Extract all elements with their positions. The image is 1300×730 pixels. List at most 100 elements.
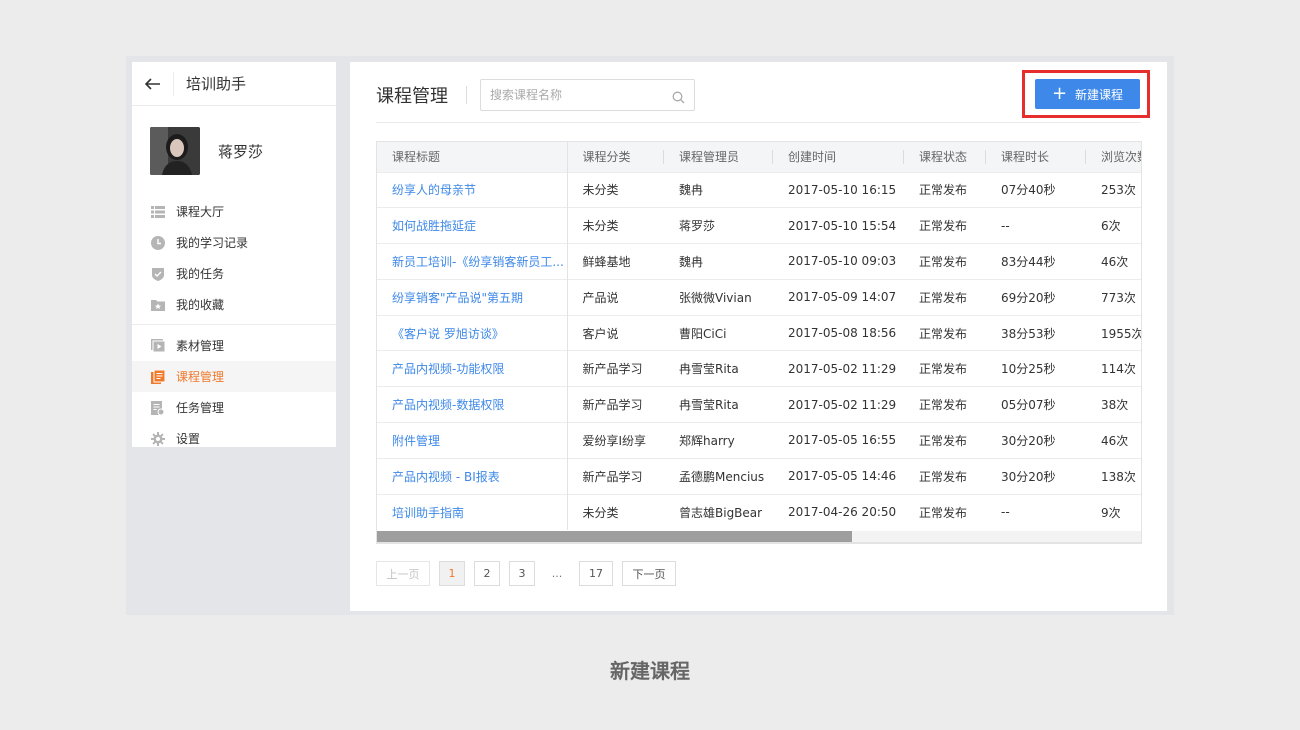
table-row[interactable]: 纷享销客"产品说"第五期 产品说 张微微Vivian 2017-05-09 14:07… bbox=[377, 278, 1141, 316]
sidebar-item-task-management[interactable]: 任务管理 bbox=[132, 392, 336, 423]
cell-admin: 冉雪莹Rita bbox=[664, 350, 773, 387]
cell-views: 38次 bbox=[1086, 386, 1141, 423]
cell-title[interactable]: 如何战胜拖延症 bbox=[377, 207, 568, 244]
cell-views: 114次 bbox=[1086, 350, 1141, 387]
cell-created: 2017-04-26 20:50 bbox=[773, 493, 904, 530]
cell-admin: 曹阳CiCi bbox=[664, 314, 773, 351]
cell-created: 2017-05-10 16:15 bbox=[773, 171, 904, 208]
column-header-title[interactable]: 课程标题 bbox=[377, 142, 568, 172]
cell-duration: 69分20秒 bbox=[986, 278, 1086, 316]
table-row[interactable]: 产品内视频-数据权限 新产品学习 冉雪莹Rita 2017-05-02 11:29 正常… bbox=[377, 386, 1141, 423]
search-input[interactable] bbox=[490, 88, 660, 102]
sidebar-item-course-hall[interactable]: 课程大厅 bbox=[132, 196, 336, 227]
pagination: 上一页 1 2 3 ... 17 下一页 bbox=[376, 561, 685, 586]
table-row[interactable]: 产品内视频-功能权限 新产品学习 冉雪莹Rita 2017-05-02 11:29 正常… bbox=[377, 350, 1141, 387]
cell-admin: 孟德鹏Mencius bbox=[664, 457, 773, 495]
cell-duration: 07分40秒 bbox=[986, 171, 1086, 208]
sidebar-item-label: 课程管理 bbox=[176, 370, 225, 384]
sidebar-item-study-record[interactable]: 我的学习记录 bbox=[132, 227, 336, 258]
page-ellipsis: ... bbox=[551, 567, 563, 580]
cell-status: 正常发布 bbox=[904, 350, 986, 387]
task-icon bbox=[150, 400, 165, 415]
cell-title[interactable]: 《客户说 罗旭访谈》 bbox=[377, 314, 568, 351]
table-row[interactable]: 如何战胜拖延症 未分类 蒋罗莎 2017-05-10 15:54 正常发布 -- 6次 bbox=[377, 207, 1141, 244]
cell-duration: 83分44秒 bbox=[986, 243, 1086, 280]
list-icon bbox=[150, 204, 165, 219]
folder-star-icon bbox=[150, 297, 165, 312]
cell-title[interactable]: 纷享销客"产品说"第五期 bbox=[377, 278, 568, 316]
cell-admin: 郑辉harry bbox=[664, 422, 773, 459]
table-row[interactable]: 附件管理 爱纷享I纷享 郑辉harry 2017-05-05 16:55 正常发布 30分… bbox=[377, 422, 1141, 459]
avatar[interactable] bbox=[150, 127, 200, 175]
prev-page-button[interactable]: 上一页 bbox=[376, 561, 430, 586]
cell-title[interactable]: 附件管理 bbox=[377, 422, 568, 459]
sidebar-item-material-management[interactable]: 素材管理 bbox=[132, 330, 336, 361]
course-icon bbox=[150, 369, 165, 384]
table-row[interactable]: 产品内视频 - BI报表 新产品学习 孟德鹏Mencius 2017-05-05 14… bbox=[377, 457, 1141, 495]
cell-status: 正常发布 bbox=[904, 207, 986, 244]
cell-status: 正常发布 bbox=[904, 386, 986, 423]
page-button-2[interactable]: 2 bbox=[474, 561, 500, 586]
column-header-created[interactable]: 创建时间 bbox=[773, 142, 904, 172]
page-button-3[interactable]: 3 bbox=[509, 561, 535, 586]
cell-views: 253次 bbox=[1086, 171, 1141, 208]
cell-views: 138次 bbox=[1086, 457, 1141, 495]
cell-title[interactable]: 培训助手指南 bbox=[377, 493, 568, 530]
sidebar-item-label: 我的收藏 bbox=[176, 298, 225, 312]
column-header-admin[interactable]: 课程管理员 bbox=[664, 142, 773, 172]
sidebar-header: 培训助手 bbox=[132, 62, 336, 106]
cell-title[interactable]: 纷享人的母亲节 bbox=[377, 171, 568, 208]
search-box bbox=[480, 79, 695, 111]
next-page-button[interactable]: 下一页 bbox=[622, 561, 676, 586]
column-header-status[interactable]: 课程状态 bbox=[904, 142, 986, 172]
cell-category: 新产品学习 bbox=[567, 457, 664, 495]
cell-title[interactable]: 新员工培训-《纷享销客新员工... bbox=[377, 243, 568, 280]
table-row[interactable]: 纷享人的母亲节 未分类 魏冉 2017-05-10 16:15 正常发布 07分40秒 25… bbox=[377, 171, 1141, 208]
page-button-last[interactable]: 17 bbox=[579, 561, 613, 586]
cell-views: 6次 bbox=[1086, 207, 1141, 244]
sidebar-item-course-management[interactable]: 课程管理 bbox=[132, 361, 336, 392]
page-button-1[interactable]: 1 bbox=[439, 561, 465, 586]
column-header-views[interactable]: 浏览次数 bbox=[1086, 142, 1141, 172]
cell-created: 2017-05-05 14:46 bbox=[773, 457, 904, 495]
sidebar-item-label: 我的任务 bbox=[176, 267, 225, 281]
caption: 新建课程 bbox=[610, 659, 690, 683]
column-header-category[interactable]: 课程分类 bbox=[567, 142, 664, 172]
cell-views: 773次 bbox=[1086, 278, 1141, 316]
new-course-button[interactable]: + 新建课程 bbox=[1035, 79, 1140, 109]
column-header-duration[interactable]: 课程时长 bbox=[986, 142, 1086, 172]
sidebar-item-my-tasks[interactable]: 我的任务 bbox=[132, 258, 336, 289]
cell-title[interactable]: 产品内视频-数据权限 bbox=[377, 386, 568, 423]
cell-duration: 30分20秒 bbox=[986, 422, 1086, 459]
cell-category: 爱纷享I纷享 bbox=[567, 422, 664, 459]
back-arrow-icon[interactable] bbox=[132, 71, 174, 96]
table-row[interactable]: 培训助手指南 未分类 曾志雄BigBear 2017-04-26 20:50 正常发布 -… bbox=[377, 493, 1141, 530]
cell-duration: 30分20秒 bbox=[986, 457, 1086, 495]
cell-admin: 魏冉 bbox=[664, 243, 773, 280]
cell-duration: 38分53秒 bbox=[986, 314, 1086, 351]
cell-duration: -- bbox=[986, 207, 1086, 244]
sidebar-item-label: 设置 bbox=[176, 432, 201, 446]
cell-status: 正常发布 bbox=[904, 278, 986, 316]
table-header-row: 课程标题 课程分类 课程管理员 创建时间 课程状态 课程时长 浏览次数 bbox=[377, 142, 1141, 172]
cell-category: 未分类 bbox=[567, 207, 664, 244]
cell-title[interactable]: 产品内视频-功能权限 bbox=[377, 350, 568, 387]
shield-check-icon bbox=[150, 266, 165, 281]
table-row[interactable]: 《客户说 罗旭访谈》 客户说 曹阳CiCi 2017-05-08 18:56 正常发布 3… bbox=[377, 314, 1141, 351]
cell-created: 2017-05-10 09:03 bbox=[773, 243, 904, 280]
user-profile: 蒋罗莎 bbox=[132, 106, 336, 196]
sidebar-item-favorites[interactable]: 我的收藏 bbox=[132, 289, 336, 320]
search-icon[interactable] bbox=[672, 89, 685, 108]
plus-icon: + bbox=[1051, 83, 1068, 104]
sidebar-item-settings[interactable]: 设置 bbox=[132, 423, 336, 454]
table-row[interactable]: 新员工培训-《纷享销客新员工... 鲜蜂基地 魏冉 2017-05-10 09:03 正… bbox=[377, 243, 1141, 280]
cell-duration: 05分07秒 bbox=[986, 386, 1086, 423]
cell-views: 46次 bbox=[1086, 422, 1141, 459]
course-table: 课程标题 课程分类 课程管理员 创建时间 课程状态 课程时长 浏览次数 纷享人的… bbox=[376, 141, 1142, 544]
cell-admin: 曾志雄BigBear bbox=[664, 493, 773, 530]
scrollbar-thumb[interactable] bbox=[377, 531, 852, 542]
cell-title[interactable]: 产品内视频 - BI报表 bbox=[377, 457, 568, 495]
horizontal-scrollbar[interactable] bbox=[376, 531, 1142, 543]
cell-views: 46次 bbox=[1086, 243, 1141, 280]
cell-category: 产品说 bbox=[567, 278, 664, 316]
